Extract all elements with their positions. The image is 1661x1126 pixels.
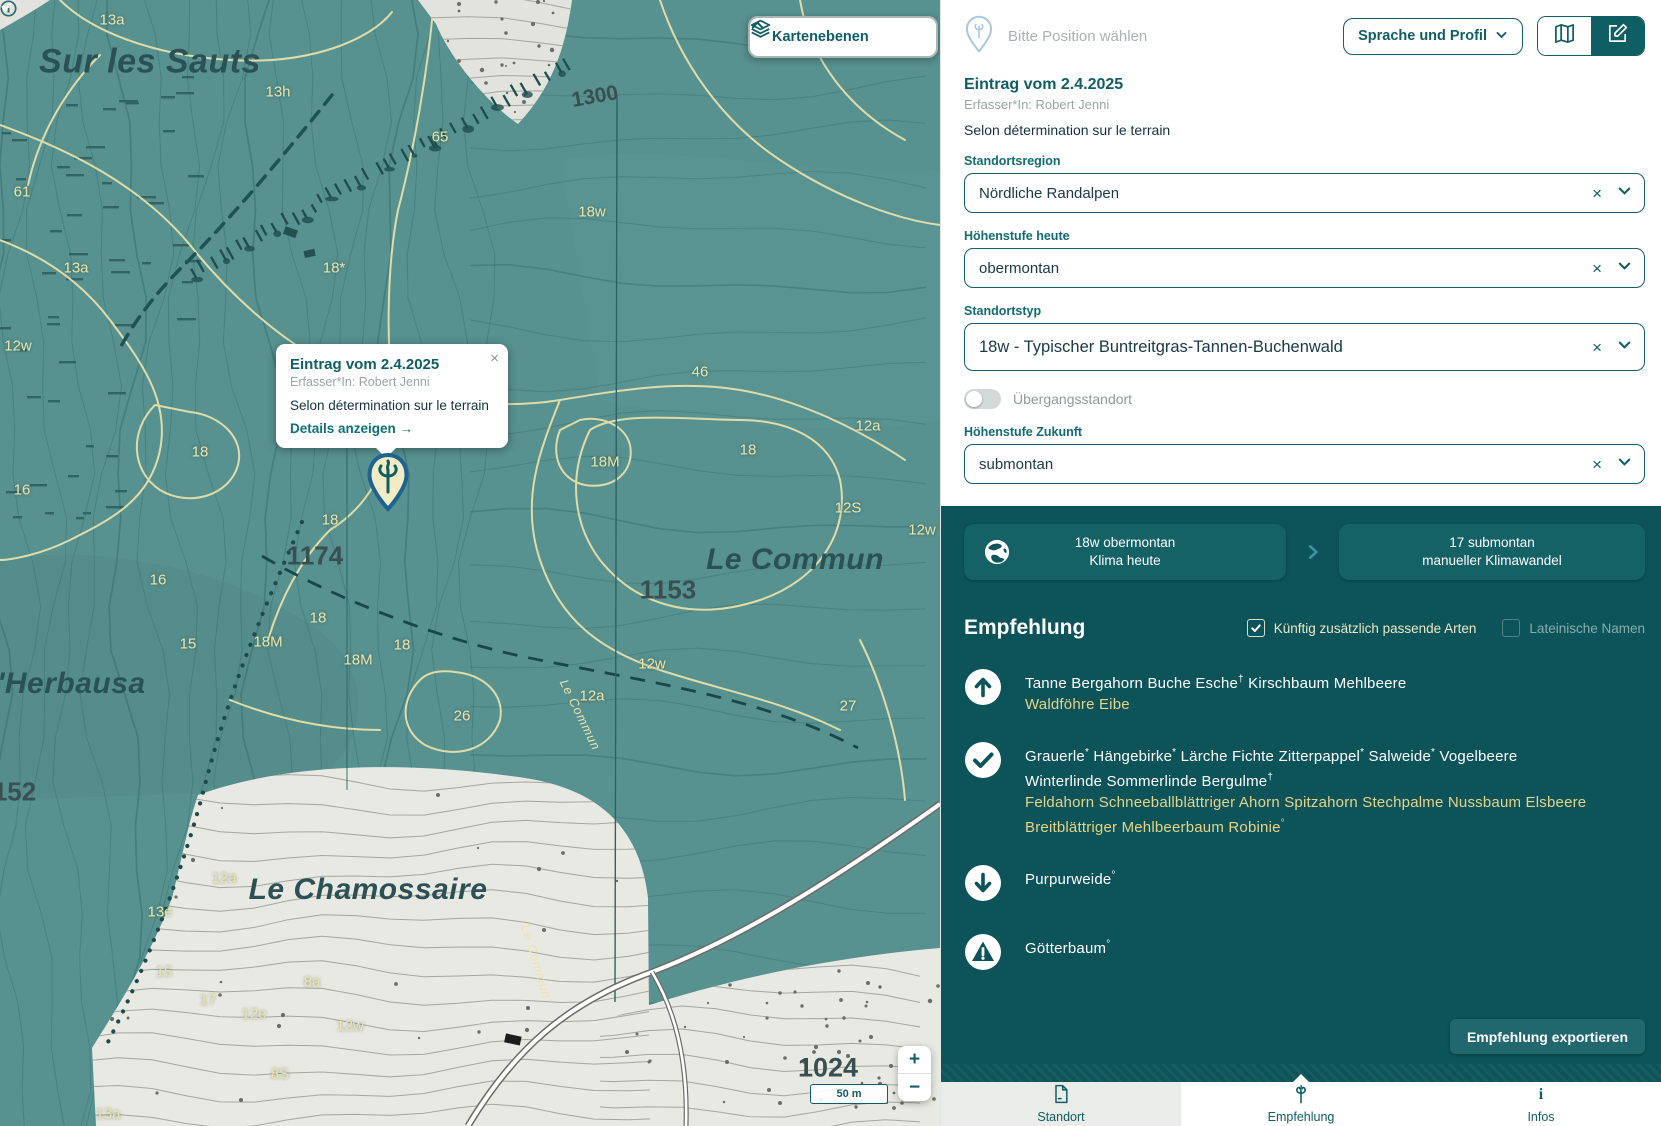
popup-note: Selon détermination sur le terrain <box>290 398 494 413</box>
zoom-in-button[interactable]: + <box>898 1046 931 1073</box>
panel-header: Bitte Position wählen Sprache und Profil <box>964 0 1645 72</box>
doc-icon <box>1051 1084 1071 1109</box>
species-line: Götterbaum° <box>1025 934 1110 959</box>
zoom-out-button[interactable]: − <box>898 1074 931 1101</box>
field-value: obermontan <box>979 260 1592 277</box>
species-line: Waldföhre Eibe <box>1025 694 1406 715</box>
map-view-button[interactable] <box>1538 17 1591 55</box>
species-row: Götterbaum° <box>964 933 1645 976</box>
future-climate-line1: 17 submontan <box>1422 534 1562 552</box>
view-mode-toggle <box>1537 16 1645 56</box>
map-entry-popup: Eintrag vom 2.4.2025 Erfasser*In: Robert… <box>276 344 508 448</box>
field-standortstyp[interactable]: 18w - Typischer Buntreitgras-Tannen-Buch… <box>964 323 1645 371</box>
species-line: Grauerle* Hängebirke* Lärche Fichte Zitt… <box>1025 742 1586 767</box>
recommendation-title: Empfehlung <box>964 616 1221 640</box>
clear-icon[interactable]: × <box>1592 260 1602 277</box>
field-value: submontan <box>979 456 1592 473</box>
tab-empfehlung[interactable]: Empfehlung <box>1181 1082 1421 1126</box>
transition-toggle[interactable] <box>964 389 1001 409</box>
species-list: Tanne Bergahorn Buche Esche† Kirschbaum … <box>964 668 1645 976</box>
future-climate-card[interactable]: 17 submontan manueller Klimawandel <box>1339 524 1645 580</box>
chevron-down-icon <box>1617 183 1632 203</box>
language-profile-button[interactable]: Sprache und Profil <box>1343 18 1523 55</box>
tree-icon <box>1291 1084 1311 1109</box>
map-artwork <box>0 0 940 1126</box>
filter-future-species[interactable]: Künftig zusätzlich passende Arten <box>1247 619 1477 637</box>
transition-toggle-label: Übergangsstandort <box>1013 391 1132 407</box>
app-window: 13a13h6518w6113a18*12w4618161818M1812a12… <box>0 0 1661 1126</box>
chevron-down-icon <box>1495 28 1508 45</box>
species-line: Feldahorn Schneeballblättriger Ahorn Spi… <box>1025 792 1586 813</box>
clear-icon[interactable]: × <box>1592 339 1602 356</box>
current-climate-line1: 18w obermontan <box>1075 534 1176 552</box>
entry-note: Selon détermination sur le terrain <box>964 122 1645 138</box>
i-icon: i <box>1531 1084 1551 1109</box>
chevron-down-icon <box>1617 454 1632 474</box>
recommendation-filters: Künftig zusätzlich passende Arten Lateini… <box>1221 619 1645 637</box>
export-recommendation-button[interactable]: Empfehlung exportieren <box>1450 1019 1645 1054</box>
species-line: Tanne Bergahorn Buche Esche† Kirschbaum … <box>1025 669 1406 694</box>
arrow-down-icon <box>964 864 1002 907</box>
layers-button-label: Kartenebenen <box>772 29 914 45</box>
species-line: Purpurweide° <box>1025 865 1116 890</box>
popup-details-link[interactable]: Details anzeigen → <box>290 421 494 436</box>
warning-icon <box>964 933 1002 976</box>
close-icon[interactable]: × <box>490 350 499 367</box>
entry-title: Eintrag vom 2.4.2025 <box>964 76 1645 94</box>
pin-icon <box>964 15 994 58</box>
field-h-henstufe-zukunft[interactable]: submontan× <box>964 444 1645 484</box>
position-status-text: Bitte Position wählen <box>1008 28 1329 45</box>
zoom-control: + − <box>898 1046 931 1101</box>
field-label: Höhenstufe Zukunft <box>964 425 1645 439</box>
field-label: Höhenstufe heute <box>964 229 1645 243</box>
species-row: Purpurweide° <box>964 864 1645 907</box>
species-line: Breitblättriger Mehlbeerbaum Robinie° <box>1025 813 1586 838</box>
form-fields: StandortsregionNördliche Randalpen×Höhen… <box>964 154 1645 484</box>
popup-title: Eintrag vom 2.4.2025 <box>290 356 494 373</box>
species-row: Grauerle* Hängebirke* Lärche Fichte Zitt… <box>964 741 1645 838</box>
tab-standort[interactable]: Standort <box>941 1082 1181 1126</box>
chevron-right-icon <box>1286 524 1339 580</box>
globe-icon <box>984 539 1010 570</box>
chevron-down-icon <box>1617 337 1632 357</box>
field-standortsregion[interactable]: Nördliche Randalpen× <box>964 173 1645 213</box>
map-marker-pin[interactable] <box>366 452 410 512</box>
current-climate-card[interactable]: 18w obermontan Klima heute <box>964 524 1286 580</box>
clear-icon[interactable]: × <box>1592 456 1602 473</box>
checkbox <box>1502 619 1520 637</box>
form-section: Bitte Position wählen Sprache und Profil… <box>941 0 1661 506</box>
checkbox <box>1247 619 1265 637</box>
edit-view-button[interactable] <box>1591 17 1644 55</box>
current-climate-line2: Klima heute <box>1075 552 1176 570</box>
arrow-up-icon <box>964 668 1002 715</box>
map-layers-button[interactable]: Kartenebenen <box>748 16 938 58</box>
entry-author: Erfasser*In: Robert Jenni <box>964 97 1645 112</box>
field-label: Standortsregion <box>964 154 1645 168</box>
recommendation-section: 18w obermontan Klima heute 17 submontan … <box>941 506 1661 1082</box>
future-climate-line2: manueller Klimawandel <box>1422 552 1562 570</box>
recommendation-header: Empfehlung Künftig zusätzlich passende A… <box>964 616 1645 640</box>
map-scale: 50 m <box>810 1084 888 1104</box>
edit-icon <box>1606 22 1629 50</box>
bottom-navigation: StandortEmpfehlungiInfos <box>941 1082 1661 1126</box>
clear-icon[interactable]: × <box>1592 185 1602 202</box>
tab-infos[interactable]: iInfos <box>1421 1082 1661 1126</box>
side-panel: Bitte Position wählen Sprache und Profil… <box>940 0 1661 1126</box>
filter-latin-names[interactable]: Lateinische Namen <box>1502 619 1645 637</box>
map-canvas[interactable]: 13a13h6518w6113a18*12w4618161818M1812a12… <box>0 0 940 1126</box>
map-icon <box>1553 22 1576 50</box>
field-label: Standortstyp <box>964 304 1645 318</box>
chevron-down-icon <box>1617 258 1632 278</box>
field-value: 18w - Typischer Buntreitgras-Tannen-Buch… <box>979 338 1592 357</box>
field-h-henstufe-heute[interactable]: obermontan× <box>964 248 1645 288</box>
svg-text:i: i <box>1539 1086 1544 1103</box>
field-value: Nördliche Randalpen <box>979 185 1592 202</box>
popup-author: Erfasser*In: Robert Jenni <box>290 375 494 389</box>
species-line: Winterlinde Sommerlinde Bergulme† <box>1025 767 1586 792</box>
species-row: Tanne Bergahorn Buche Esche† Kirschbaum … <box>964 668 1645 715</box>
climate-comparison: 18w obermontan Klima heute 17 submontan … <box>964 524 1645 580</box>
check-icon <box>964 741 1002 838</box>
